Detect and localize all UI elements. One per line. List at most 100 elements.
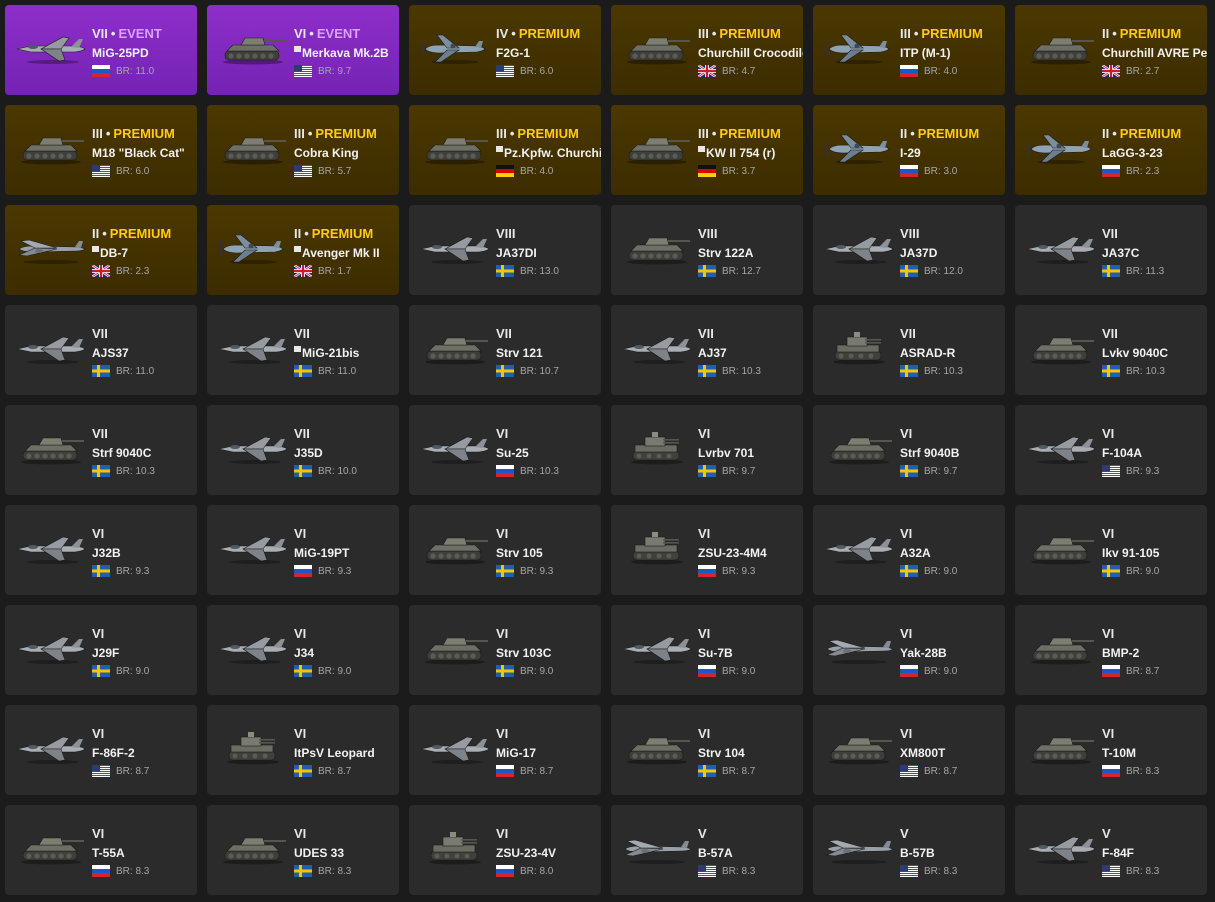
- vehicle-card-a32a[interactable]: VI A32A BR: 9.0: [813, 505, 1005, 595]
- vehicle-card-bmp-2[interactable]: VI BMP-2 BR: 8.7: [1015, 605, 1207, 695]
- vehicle-card-aj37[interactable]: VII AJ37 BR: 10.3: [611, 305, 803, 395]
- vehicle-card-yak-28b[interactable]: VI Yak-28B BR: 9.0: [813, 605, 1005, 695]
- vehicle-name-text: MiG-17: [496, 746, 537, 760]
- vehicle-card-strf-9040c[interactable]: VII Strf 9040C BR: 10.3: [5, 405, 197, 495]
- vehicle-rank: III • PREMIUM: [92, 126, 175, 141]
- vehicle-card-strv-121[interactable]: VII Strv 121 BR: 10.7: [409, 305, 601, 395]
- vehicle-card-churchill-avre-petard[interactable]: II•PREMIUM Churchill AVRE Petard BR: 2.7: [1015, 5, 1207, 95]
- vehicle-card-itp-m-1[interactable]: III • PREMIUM ITP (M-1) BR: 4.0: [813, 5, 1005, 95]
- rank-numeral: III: [496, 126, 507, 141]
- vehicle-card-lagg-3-23[interactable]: II • PREMIUM LaGG-3-23 BR: 2.3: [1015, 105, 1207, 195]
- vehicle-card-strf-9040b[interactable]: VI Strf 9040B BR: 9.7: [813, 405, 1005, 495]
- vehicle-card-ja37d[interactable]: VIII JA37D BR: 12.0: [813, 205, 1005, 295]
- vehicle-card-ja37c[interactable]: VII JA37C BR: 11.3: [1015, 205, 1207, 295]
- vehicle-card-i-29[interactable]: II • PREMIUM I-29 BR: 3.0: [813, 105, 1005, 195]
- vehicle-card-j35d[interactable]: VII J35D BR: 10.0: [207, 405, 399, 495]
- vehicle-card-zsu-23-4m4[interactable]: VI ZSU-23-4M4 BR: 9.3: [611, 505, 803, 595]
- vehicle-name: AJ37: [698, 346, 803, 360]
- vehicle-meta: BR: 1.7: [294, 265, 351, 277]
- vehicle-card-kw-ii-754-r[interactable]: III • PREMIUM KW II 754 (r) BR: 3.7: [611, 105, 803, 195]
- vehicle-card-mig-17[interactable]: VI MiG-17 BR: 8.7: [409, 705, 601, 795]
- vehicle-card-j29f[interactable]: VI J29F BR: 9.0: [5, 605, 197, 695]
- vehicle-card-su-25[interactable]: VI Su-25 BR: 10.3: [409, 405, 601, 495]
- vehicle-rank: II • PREMIUM: [294, 226, 373, 241]
- vehicle-card-m18-black-cat[interactable]: III • PREMIUM M18 "Black Cat" BR: 6.0: [5, 105, 197, 195]
- vehicle-card-f-86f-2[interactable]: VI F-86F-2 BR: 8.7: [5, 705, 197, 795]
- vehicle-card-f2g-1[interactable]: IV • PREMIUM F2G-1 BR: 6.0: [409, 5, 601, 95]
- vehicle-card-f-84f[interactable]: V F-84F BR: 8.3: [1015, 805, 1207, 895]
- vehicle-name: Pz.Kpfw. Churchill: [496, 146, 601, 160]
- vehicle-rank: VI: [294, 726, 306, 741]
- vehicle-rank: VI: [1102, 426, 1114, 441]
- vehicle-name: A32A: [900, 546, 1005, 560]
- sweden-flag-icon: [698, 765, 716, 777]
- vehicle-card-strv-122a[interactable]: VIII Strv 122A BR: 12.7: [611, 205, 803, 295]
- vehicle-card-b-57b[interactable]: V B-57B BR: 8.3: [813, 805, 1005, 895]
- rank-numeral: VII: [698, 326, 714, 341]
- vehicle-card-t-55a[interactable]: VI T-55A BR: 8.3: [5, 805, 197, 895]
- premium-label: PREMIUM: [517, 126, 579, 141]
- vehicle-card-avenger-mk-ii[interactable]: II • PREMIUM Avenger Mk II BR: 1.7: [207, 205, 399, 295]
- usa-flag-icon: [294, 65, 312, 77]
- vehicle-rank: VI: [496, 726, 508, 741]
- vehicle-card-strv-105[interactable]: VI Strv 105 BR: 9.3: [409, 505, 601, 595]
- vehicle-card-pz-kpfw-churchill[interactable]: III • PREMIUM Pz.Kpfw. Churchill BR: 4.0: [409, 105, 601, 195]
- jet-thumbnail: [417, 731, 493, 765]
- vehicle-card-b-57a[interactable]: V B-57A BR: 8.3: [611, 805, 803, 895]
- premium-label: PREMIUM: [719, 26, 781, 41]
- vehicle-card-strv-104[interactable]: VI Strv 104 BR: 8.7: [611, 705, 803, 795]
- vehicle-card-ja37di[interactable]: VIII JA37DI BR: 13.0: [409, 205, 601, 295]
- vehicle-name-text: Strv 105: [496, 546, 543, 560]
- vehicle-card-mig-21bis[interactable]: VII MiG-21bis BR: 11.0: [207, 305, 399, 395]
- vehicle-card-mig-25pd[interactable]: VII • EVENT MiG-25PD BR: 11.0: [5, 5, 197, 95]
- vehicle-card-mig-19pt[interactable]: VI MiG-19PT BR: 9.3: [207, 505, 399, 595]
- vehicle-card-strv-103c[interactable]: VI Strv 103C BR: 9.0: [409, 605, 601, 695]
- vehicle-rank: II • PREMIUM: [900, 126, 979, 141]
- vehicle-name: MiG-17: [496, 746, 601, 760]
- vehicle-card-t-10m[interactable]: VI T-10M BR: 8.3: [1015, 705, 1207, 795]
- spaa-thumbnail: [821, 331, 897, 365]
- premium-label: PREMIUM: [921, 26, 983, 41]
- vehicle-card-xm800t[interactable]: VI XM800T BR: 8.7: [813, 705, 1005, 795]
- vehicle-meta: BR: 8.7: [698, 765, 755, 777]
- vehicle-name: ZSU-23-4M4: [698, 546, 803, 560]
- vehicle-card-ajs37[interactable]: VII AJS37 BR: 11.0: [5, 305, 197, 395]
- vehicle-name: JA37C: [1102, 246, 1207, 260]
- rank-numeral: VI: [496, 526, 509, 541]
- sweden-flag-icon: [92, 365, 110, 377]
- vehicle-card-su-7b[interactable]: VI Su-7B BR: 9.0: [611, 605, 803, 695]
- vehicle-name: J35D: [294, 446, 399, 460]
- vehicle-card-j34[interactable]: VI J34 BR: 9.0: [207, 605, 399, 695]
- vehicle-card-zsu-23-4v[interactable]: VI ZSU-23-4V BR: 8.0: [409, 805, 601, 895]
- vehicle-card-lvrbv-701[interactable]: VI Lvrbv 701 BR: 9.7: [611, 405, 803, 495]
- event-label: EVENT: [316, 26, 361, 41]
- tank-thumbnail: [821, 731, 897, 765]
- vehicle-card-lvkv-9040c[interactable]: VII Lvkv 9040C BR: 10.3: [1015, 305, 1207, 395]
- missing-glyph-icon: [698, 146, 705, 152]
- sweden-flag-icon: [900, 365, 918, 377]
- vehicle-rank: VIII: [496, 226, 516, 241]
- vehicle-card-ikv-91-105[interactable]: VI Ikv 91-105 BR: 9.0: [1015, 505, 1207, 595]
- vehicle-meta: BR: 2.7: [1102, 65, 1159, 77]
- vehicle-card-udes-33[interactable]: VI UDES 33 BR: 8.3: [207, 805, 399, 895]
- vehicle-card-db-7[interactable]: II • PREMIUM DB-7 BR: 2.3: [5, 205, 197, 295]
- battle-rating: BR: 8.7: [520, 765, 554, 777]
- rank-numeral: VII: [1102, 326, 1118, 341]
- vehicle-card-churchill-crocodile[interactable]: III • PREMIUM Churchill Crocodile BR: 4.7: [611, 5, 803, 95]
- ussr-flag-icon: [496, 765, 514, 777]
- vehicle-card-f-104a[interactable]: VI F-104A BR: 9.3: [1015, 405, 1207, 495]
- vehicle-card-cobra-king[interactable]: III • PREMIUM Cobra King BR: 5.7: [207, 105, 399, 195]
- vehicle-name-text: Yak-28B: [900, 646, 947, 660]
- vehicle-rank: VIII: [698, 226, 718, 241]
- vehicle-card-j32b[interactable]: VI J32B BR: 9.3: [5, 505, 197, 595]
- vehicle-name: ITP (M-1): [900, 46, 1005, 60]
- vehicle-card-asrad-r[interactable]: VII ASRAD-R BR: 10.3: [813, 305, 1005, 395]
- vehicle-meta: BR: 9.3: [92, 565, 149, 577]
- vehicle-card-itpsv-leopard[interactable]: VI ItPsV Leopard BR: 8.7: [207, 705, 399, 795]
- vehicle-meta: BR: 9.0: [1102, 565, 1159, 577]
- battle-rating: BR: 5.7: [318, 165, 352, 177]
- vehicle-rank: VI: [92, 826, 104, 841]
- vehicle-card-merkava-mk-2b[interactable]: VI • EVENT Merkava Mk.2B BR: 9.7: [207, 5, 399, 95]
- vehicle-name-text: ItPsV Leopard: [294, 746, 375, 760]
- usa-flag-icon: [92, 165, 110, 177]
